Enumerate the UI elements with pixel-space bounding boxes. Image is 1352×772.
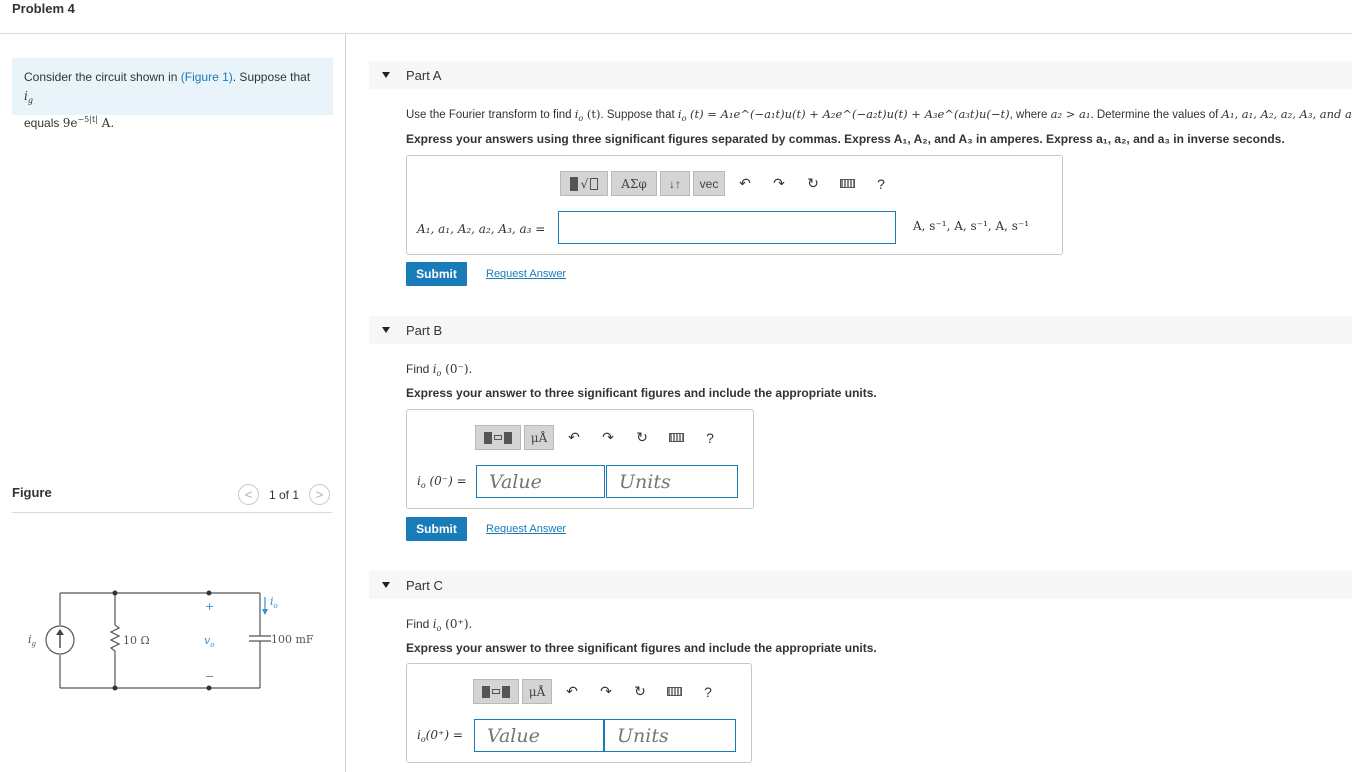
current-label: io — [270, 595, 278, 610]
part-a-answer-input[interactable] — [558, 211, 896, 244]
part-b-question: Find io (0⁻). — [406, 362, 473, 378]
next-figure-button[interactable]: > — [309, 484, 331, 505]
intro-text-mid: . Suppose that — [232, 70, 311, 84]
undo-icon[interactable]: ↶ — [557, 425, 591, 450]
ig-expression: 9e−5|t| A. — [62, 115, 115, 130]
part-c-header[interactable]: Part C — [369, 571, 1352, 599]
reset-icon[interactable]: ↻ — [796, 171, 830, 196]
templates-button[interactable] — [473, 679, 519, 704]
ig-var: ig — [24, 89, 33, 105]
problem-title: Problem 4 — [12, 1, 75, 16]
units-button[interactable]: μÅ — [524, 425, 554, 450]
part-b-title: Part B — [406, 322, 443, 338]
part-a-request-answer-link[interactable]: Request Answer — [486, 268, 566, 280]
caret-down-icon — [382, 72, 390, 78]
undo-icon[interactable]: ↶ — [728, 171, 762, 196]
templates-button[interactable] — [475, 425, 521, 450]
chevron-right-icon: > — [315, 487, 324, 502]
redo-icon[interactable]: ↷ — [762, 171, 796, 196]
part-c-title: Part C — [406, 577, 443, 593]
part-c-instructions: Express your answer to three significant… — [406, 641, 877, 655]
templates-button[interactable]: √ — [560, 171, 608, 196]
figure-link[interactable]: (Figure 1) — [181, 70, 233, 84]
intro-text: Consider the circuit shown in — [24, 70, 181, 84]
part-c-value-input[interactable] — [474, 719, 604, 752]
resistor-label: 10 Ω — [123, 634, 150, 647]
keyboard-icon[interactable] — [830, 171, 864, 196]
part-a-toolbar: √ ΑΣφ ↓↑ vec ↶ ↷ ↻ ? — [560, 171, 898, 196]
sqrt-icon: √ — [580, 176, 589, 191]
arrows-button[interactable]: ↓↑ — [660, 171, 690, 196]
redo-icon[interactable]: ↷ — [591, 425, 625, 450]
help-icon[interactable]: ? — [864, 171, 898, 196]
circuit-diagram[interactable]: ig 10 Ω + vo − io 100 mF — [20, 585, 330, 705]
template-box-icon — [590, 177, 599, 190]
greek-button[interactable]: ΑΣφ — [611, 171, 657, 196]
figure-page-count: 1 of 1 — [269, 487, 300, 502]
capacitor-label: 100 mF — [271, 633, 314, 646]
header-divider — [0, 33, 1352, 34]
part-b-input-label: io (0⁻) = — [417, 474, 467, 490]
panel-divider[interactable] — [345, 34, 346, 772]
figure-divider — [12, 512, 332, 513]
prev-figure-button[interactable]: < — [238, 484, 259, 505]
part-c-units-input[interactable] — [604, 719, 736, 752]
caret-down-icon — [382, 582, 390, 588]
problem-intro: Consider the circuit shown in (Figure 1)… — [12, 58, 333, 130]
voltage-label: vo — [204, 634, 214, 649]
part-b-instructions: Express your answer to three significant… — [406, 386, 877, 400]
part-c-answer-box: μÅ ↶ ↷ ↻ ? io(0⁺) = — [406, 663, 752, 763]
part-a-instructions: Express your answers using three signifi… — [406, 132, 1285, 146]
vec-button[interactable]: vec — [693, 171, 725, 196]
help-icon[interactable]: ? — [691, 679, 725, 704]
part-a-units: A, s⁻¹, A, s⁻¹, A, s⁻¹ — [913, 219, 1030, 233]
units-button[interactable]: μÅ — [522, 679, 552, 704]
caret-down-icon — [382, 327, 390, 333]
plus-sign: + — [205, 600, 214, 613]
part-b-answer-box: μÅ ↶ ↷ ↻ ? io (0⁻) = — [406, 409, 754, 509]
keyboard-icon[interactable] — [657, 679, 691, 704]
part-b-submit-button[interactable]: Submit — [406, 517, 467, 541]
part-a-input-label: A₁, a₁, A₂, a₂, A₃, a₃ = — [417, 222, 546, 236]
intro-text-2: equals — [24, 116, 63, 130]
reset-icon[interactable]: ↻ — [623, 679, 657, 704]
template-block-icon — [569, 176, 578, 191]
part-a-answer-box: √ ΑΣφ ↓↑ vec ↶ ↷ ↻ ? A₁, a₁, A₂, a₂, A₃,… — [406, 155, 1063, 255]
chevron-left-icon: < — [244, 487, 253, 502]
keyboard-icon[interactable] — [659, 425, 693, 450]
part-b-header[interactable]: Part B — [369, 316, 1352, 344]
part-b-request-answer-link[interactable]: Request Answer — [486, 523, 566, 535]
part-b-toolbar: μÅ ↶ ↷ ↻ ? — [475, 425, 727, 450]
part-c-input-label: io(0⁺) = — [417, 728, 463, 744]
source-label: ig — [28, 633, 37, 648]
part-c-toolbar: μÅ ↶ ↷ ↻ ? — [473, 679, 725, 704]
part-a-title: Part A — [406, 67, 442, 83]
part-c-question: Find io (0⁺). — [406, 617, 473, 633]
reset-icon[interactable]: ↻ — [625, 425, 659, 450]
redo-icon[interactable]: ↷ — [589, 679, 623, 704]
minus-sign: − — [205, 670, 214, 683]
part-a-submit-button[interactable]: Submit — [406, 262, 467, 286]
figure-label: Figure — [12, 485, 52, 500]
part-b-value-input[interactable] — [476, 465, 605, 498]
part-b-units-input[interactable] — [606, 465, 738, 498]
undo-icon[interactable]: ↶ — [555, 679, 589, 704]
figure-pager: < 1 of 1 > — [238, 484, 331, 505]
part-a-header[interactable]: Part A — [369, 61, 1352, 89]
help-icon[interactable]: ? — [693, 425, 727, 450]
part-a-question: Use the Fourier transform to find io (t)… — [406, 107, 1352, 123]
